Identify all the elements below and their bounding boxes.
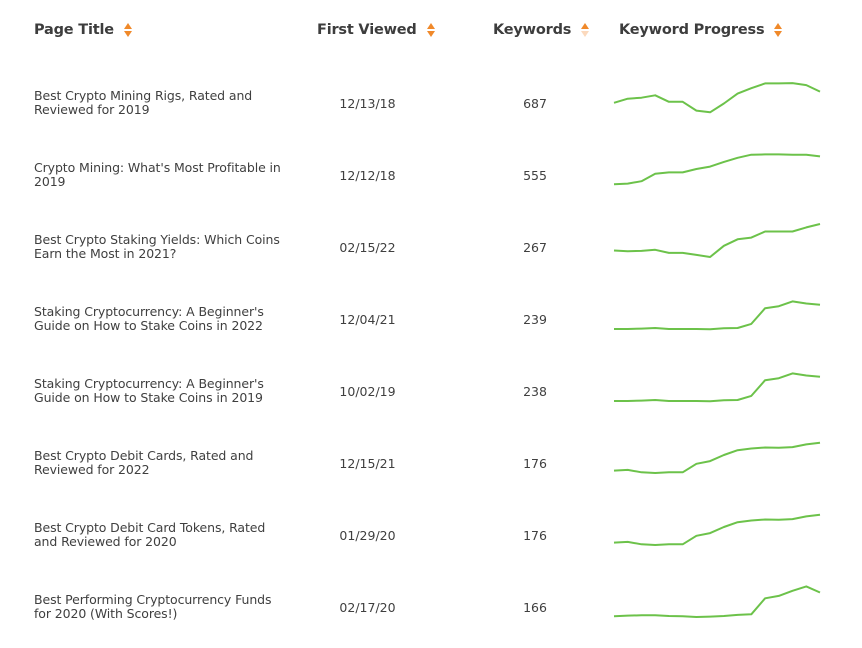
page-title-link[interactable]: Crypto Mining: What's Most Profitable in… bbox=[34, 161, 284, 189]
first-viewed-date: 01/29/20 bbox=[300, 528, 435, 543]
sparkline-series bbox=[614, 373, 820, 401]
page-title-link[interactable]: Best Crypto Debit Card Tokens, Rated and… bbox=[34, 521, 284, 549]
pages-table: Page Title First Viewed Keywords Keyword… bbox=[0, 0, 862, 648]
sparkline-series bbox=[614, 154, 820, 184]
first-viewed-date: 10/02/19 bbox=[300, 384, 435, 399]
table-row[interactable]: Best Crypto Debit Cards, Rated and Revie… bbox=[0, 432, 862, 504]
page-title-link[interactable]: Best Crypto Mining Rigs, Rated and Revie… bbox=[34, 89, 284, 117]
first-viewed-date: 02/17/20 bbox=[300, 600, 435, 615]
keyword-progress-sparkline bbox=[612, 292, 824, 332]
column-header-label: Keywords bbox=[493, 22, 571, 38]
keyword-progress-sparkline bbox=[612, 148, 824, 188]
sort-both-icon[interactable] bbox=[124, 23, 132, 37]
table-body: Best Crypto Mining Rigs, Rated and Revie… bbox=[0, 60, 862, 648]
table-header: Page Title First Viewed Keywords Keyword… bbox=[0, 0, 862, 60]
sparkline-series bbox=[614, 515, 820, 545]
page-title-link[interactable]: Staking Cryptocurrency: A Beginner's Gui… bbox=[34, 377, 284, 405]
keyword-count: 176 bbox=[480, 528, 590, 543]
sparkline-series bbox=[614, 224, 820, 257]
keyword-progress-sparkline bbox=[612, 76, 824, 116]
sparkline-series bbox=[614, 586, 820, 617]
page-title-link[interactable]: Best Crypto Debit Cards, Rated and Revie… bbox=[34, 449, 284, 477]
column-header-first-viewed[interactable]: First Viewed bbox=[317, 20, 435, 40]
sparkline-svg bbox=[612, 220, 822, 262]
sort-ascending-icon[interactable] bbox=[581, 23, 589, 37]
table-row[interactable]: Best Crypto Debit Card Tokens, Rated and… bbox=[0, 504, 862, 576]
keyword-progress-sparkline bbox=[612, 508, 824, 548]
table-row[interactable]: Staking Cryptocurrency: A Beginner's Gui… bbox=[0, 288, 862, 360]
first-viewed-date: 02/15/22 bbox=[300, 240, 435, 255]
table-row[interactable]: Best Crypto Mining Rigs, Rated and Revie… bbox=[0, 72, 862, 144]
table-row[interactable]: Staking Cryptocurrency: A Beginner's Gui… bbox=[0, 360, 862, 432]
keyword-count: 239 bbox=[480, 312, 590, 327]
keyword-count: 166 bbox=[480, 600, 590, 615]
keyword-count: 267 bbox=[480, 240, 590, 255]
keyword-progress-sparkline bbox=[612, 580, 824, 620]
sparkline-svg bbox=[612, 76, 822, 118]
sparkline-svg bbox=[612, 508, 822, 550]
sparkline-series bbox=[614, 443, 820, 473]
page-title-link[interactable]: Best Performing Cryptocurrency Funds for… bbox=[34, 593, 284, 621]
first-viewed-date: 12/13/18 bbox=[300, 96, 435, 111]
first-viewed-date: 12/04/21 bbox=[300, 312, 435, 327]
sparkline-svg bbox=[612, 436, 822, 478]
table-row[interactable]: Best Crypto Staking Yields: Which Coins … bbox=[0, 216, 862, 288]
sparkline-svg bbox=[612, 580, 822, 622]
page-title-link[interactable]: Staking Cryptocurrency: A Beginner's Gui… bbox=[34, 305, 284, 333]
keyword-progress-sparkline bbox=[612, 364, 824, 404]
sparkline-svg bbox=[612, 292, 822, 334]
keyword-count: 238 bbox=[480, 384, 590, 399]
first-viewed-date: 12/15/21 bbox=[300, 456, 435, 471]
keyword-count: 687 bbox=[480, 96, 590, 111]
column-header-keyword-progress[interactable]: Keyword Progress bbox=[619, 20, 782, 40]
keyword-count: 176 bbox=[480, 456, 590, 471]
first-viewed-date: 12/12/18 bbox=[300, 168, 435, 183]
column-header-label: Keyword Progress bbox=[619, 22, 764, 38]
sparkline-svg bbox=[612, 148, 822, 190]
sort-both-icon[interactable] bbox=[774, 23, 782, 37]
table-row[interactable]: Crypto Mining: What's Most Profitable in… bbox=[0, 144, 862, 216]
page-title-link[interactable]: Best Crypto Staking Yields: Which Coins … bbox=[34, 233, 284, 261]
sort-both-icon[interactable] bbox=[427, 23, 435, 37]
column-header-label: Page Title bbox=[34, 22, 114, 38]
sparkline-series bbox=[614, 301, 820, 329]
keyword-progress-sparkline bbox=[612, 436, 824, 476]
sparkline-series bbox=[614, 83, 820, 112]
column-header-keywords[interactable]: Keywords bbox=[493, 20, 589, 40]
table-row[interactable]: Best Performing Cryptocurrency Funds for… bbox=[0, 576, 862, 648]
keyword-progress-sparkline bbox=[612, 220, 824, 260]
column-header-page-title[interactable]: Page Title bbox=[34, 20, 132, 40]
keyword-count: 555 bbox=[480, 168, 590, 183]
sparkline-svg bbox=[612, 364, 822, 406]
column-header-label: First Viewed bbox=[317, 22, 417, 38]
